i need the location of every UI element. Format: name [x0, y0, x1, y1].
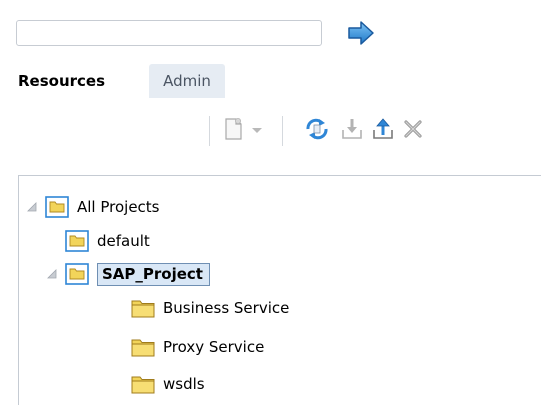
new-document-button[interactable] — [218, 114, 248, 144]
new-dropdown-button[interactable] — [248, 114, 266, 144]
tree-node-wsdls[interactable]: wsdls — [131, 370, 205, 398]
toolbar-separator — [282, 116, 283, 146]
folder-icon — [131, 376, 155, 394]
tree-node-default[interactable]: default — [65, 227, 150, 255]
expand-collapse-icon[interactable] — [45, 267, 59, 281]
tree-node-sap-project[interactable]: SAP_Project — [45, 260, 210, 288]
tree-node-label: default — [97, 232, 150, 250]
tab-bar: Resources Admin — [0, 64, 542, 98]
project-folder-icon — [65, 230, 89, 252]
toolbar-separator — [209, 116, 210, 146]
delete-icon — [404, 120, 422, 138]
tree-node-label: Proxy Service — [163, 338, 265, 356]
tree-node-label: Business Service — [163, 299, 290, 317]
new-document-icon — [225, 118, 242, 140]
export-icon — [373, 118, 393, 139]
top-bar — [0, 0, 542, 73]
tab-admin[interactable]: Admin — [149, 64, 225, 98]
toolbar — [0, 98, 542, 164]
resource-tree: All Projects default SAP_Project Busines… — [18, 175, 541, 405]
search-input[interactable] — [16, 20, 322, 46]
tree-node-label: wsdls — [163, 375, 205, 393]
import-icon — [342, 119, 362, 139]
go-button[interactable] — [344, 16, 378, 50]
tab-resources[interactable]: Resources — [18, 64, 105, 98]
refresh-button[interactable] — [302, 114, 332, 144]
folder-icon — [131, 300, 155, 318]
arrow-right-icon — [348, 21, 374, 45]
refresh-icon — [306, 118, 328, 140]
delete-button[interactable] — [398, 114, 428, 144]
import-button[interactable] — [337, 114, 367, 144]
expand-collapse-icon[interactable] — [25, 200, 39, 214]
project-folder-icon — [45, 196, 69, 218]
tree-node-business-service[interactable]: Business Service — [131, 294, 289, 322]
tree-node-proxy-service[interactable]: Proxy Service — [131, 333, 264, 361]
folder-icon — [131, 339, 155, 357]
tree-node-label: All Projects — [77, 198, 160, 216]
tree-node-label-selected: SAP_Project — [97, 262, 210, 286]
dropdown-arrow-icon — [252, 128, 262, 133]
project-folder-icon — [65, 263, 89, 285]
export-button[interactable] — [368, 114, 398, 144]
tree-node-all-projects[interactable]: All Projects — [25, 193, 160, 221]
